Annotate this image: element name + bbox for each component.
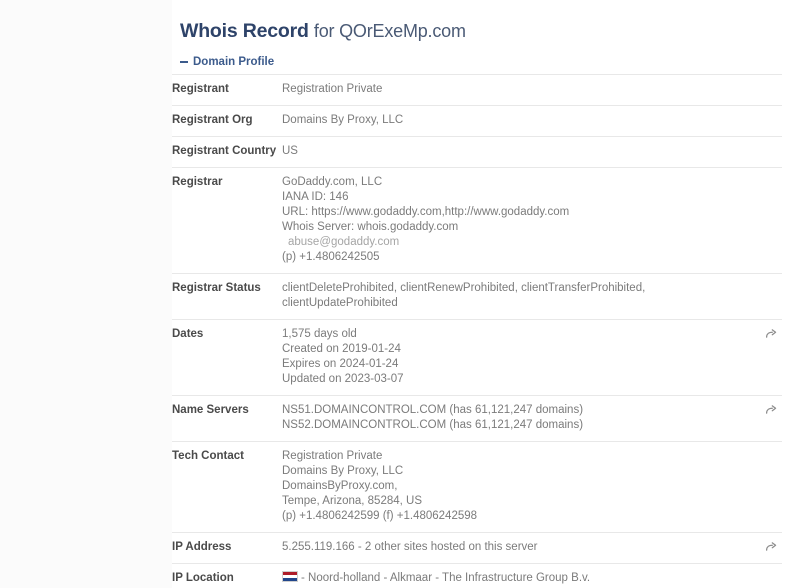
row-value-line: abuse@godaddy.com — [288, 236, 400, 248]
page-title-domain: for QOrExeMp.com — [313, 21, 466, 41]
table-row: IP Location - Noord-holland - Alkmaar - T… — [172, 563, 782, 588]
row-label: Registrar — [172, 176, 223, 188]
row-label: IP Location — [172, 572, 234, 584]
row-label: Registrant Country — [172, 145, 277, 157]
share-arrow-icon[interactable] — [765, 327, 778, 340]
minus-icon — [180, 61, 188, 63]
row-value: US — [282, 137, 754, 168]
table-row: Registrant Org Domains By Proxy, LLC — [172, 105, 782, 137]
row-value-line: IANA ID: 146 — [282, 191, 349, 203]
table-row: Registrant Registration Private — [172, 74, 782, 106]
table-row: Tech Contact Registration Private Domains … — [172, 441, 782, 533]
row-value-line: 5.255.119.166 - 2 other sites hosted on … — [282, 541, 538, 553]
row-value-line: Whois Server: whois.godaddy.com — [282, 221, 459, 233]
row-value: Domains By Proxy, LLC — [282, 106, 754, 137]
row-value: GoDaddy.com, LLC IANA ID: 146 URL: https:/… — [282, 168, 754, 274]
table-row: Registrar Status clientDeleteProhibited, … — [172, 273, 782, 320]
row-value-line: Domains By Proxy, LLC — [282, 465, 404, 477]
table-row: IP Address 5.255.119.166 - 2 other sites … — [172, 532, 782, 564]
row-value-line: URL: https://www.godaddy.com,http://www.… — [282, 206, 570, 218]
row-action-cell — [754, 564, 782, 588]
share-arrow-icon[interactable] — [765, 403, 778, 416]
left-gutter — [0, 0, 172, 588]
row-value-line: US — [282, 145, 298, 157]
page-title: Whois Record for QOrExeMp.com — [172, 0, 800, 44]
row-action-cell — [754, 168, 782, 274]
table-row: Dates 1,575 days old Created on 2019-01-24… — [172, 319, 782, 396]
row-label: IP Address — [172, 541, 232, 553]
row-value-line: (p) +1.4806242599 (f) +1.4806242598 — [282, 510, 478, 522]
row-value: 1,575 days old Created on 2019-01-24 Expir… — [282, 320, 754, 396]
row-value: Registration Private Domains By Proxy, LL… — [282, 442, 754, 533]
row-value: NS51.DOMAINCONTROL.COM (has 61,121,247 d… — [282, 396, 754, 442]
row-value: Registration Private — [282, 75, 754, 106]
row-value-line: Created on 2019-01-24 — [282, 343, 401, 355]
row-value-line: clientDeleteProhibited, clientRenewProhi… — [282, 282, 646, 294]
table-row: Registrant Country US — [172, 136, 782, 168]
domain-profile-toggle-label: Domain Profile — [193, 56, 275, 68]
row-label: Name Servers — [172, 404, 249, 416]
table-row: Registrar GoDaddy.com, LLC IANA ID: 146 URL… — [172, 167, 782, 274]
row-value-line: Registration Private — [282, 450, 383, 462]
table-row: Name Servers NS51.DOMAINCONTROL.COM (has … — [172, 395, 782, 442]
row-value: clientDeleteProhibited, clientRenewProhi… — [282, 274, 754, 320]
row-action-cell — [754, 106, 782, 137]
whois-record-page: Whois Record for QOrExeMp.com Domain Pro… — [0, 0, 800, 588]
row-value-line: - Noord-holland - Alkmaar - The Infrastr… — [301, 572, 591, 584]
row-value-line: (p) +1.4806242505 — [282, 251, 380, 263]
row-label: Tech Contact — [172, 450, 244, 462]
row-value-line: clientUpdateProhibited — [282, 297, 398, 309]
page-title-strong: Whois Record — [180, 20, 309, 42]
row-label: Dates — [172, 328, 204, 340]
row-value-line: Updated on 2023-03-07 — [282, 373, 404, 385]
row-action-cell — [754, 320, 782, 396]
row-value-line: Expires on 2024-01-24 — [282, 358, 399, 370]
row-value-line: DomainsByProxy.com, — [282, 480, 398, 492]
domain-profile-table: Registrant Registration Private Registrant… — [172, 74, 782, 588]
row-label: Registrant — [172, 83, 229, 95]
row-value-line: Registration Private — [282, 83, 383, 95]
whois-content: Whois Record for QOrExeMp.com Domain Pro… — [172, 0, 800, 588]
domain-profile-toggle[interactable]: Domain Profile — [172, 44, 274, 74]
row-action-cell — [754, 137, 782, 168]
row-value-line: GoDaddy.com, LLC — [282, 176, 383, 188]
netherlands-flag — [282, 571, 298, 582]
row-value: 5.255.119.166 - 2 other sites hosted on … — [282, 533, 754, 564]
row-value-line: NS52.DOMAINCONTROL.COM (has 61,121,247 d… — [282, 419, 584, 431]
row-value-line: Domains By Proxy, LLC — [282, 114, 404, 126]
row-action-cell — [754, 442, 782, 533]
row-label: Registrant Org — [172, 114, 253, 126]
row-action-cell — [754, 396, 782, 442]
row-value: - Noord-holland - Alkmaar - The Infrastr… — [282, 564, 754, 588]
row-value-line: Tempe, Arizona, 85284, US — [282, 495, 422, 507]
row-action-cell — [754, 274, 782, 320]
row-value-line: 1,575 days old — [282, 328, 357, 340]
row-action-cell — [754, 533, 782, 564]
row-action-cell — [754, 75, 782, 106]
row-value-line: NS51.DOMAINCONTROL.COM (has 61,121,247 d… — [282, 404, 584, 416]
row-label: Registrar Status — [172, 282, 261, 294]
share-arrow-icon[interactable] — [765, 540, 778, 553]
